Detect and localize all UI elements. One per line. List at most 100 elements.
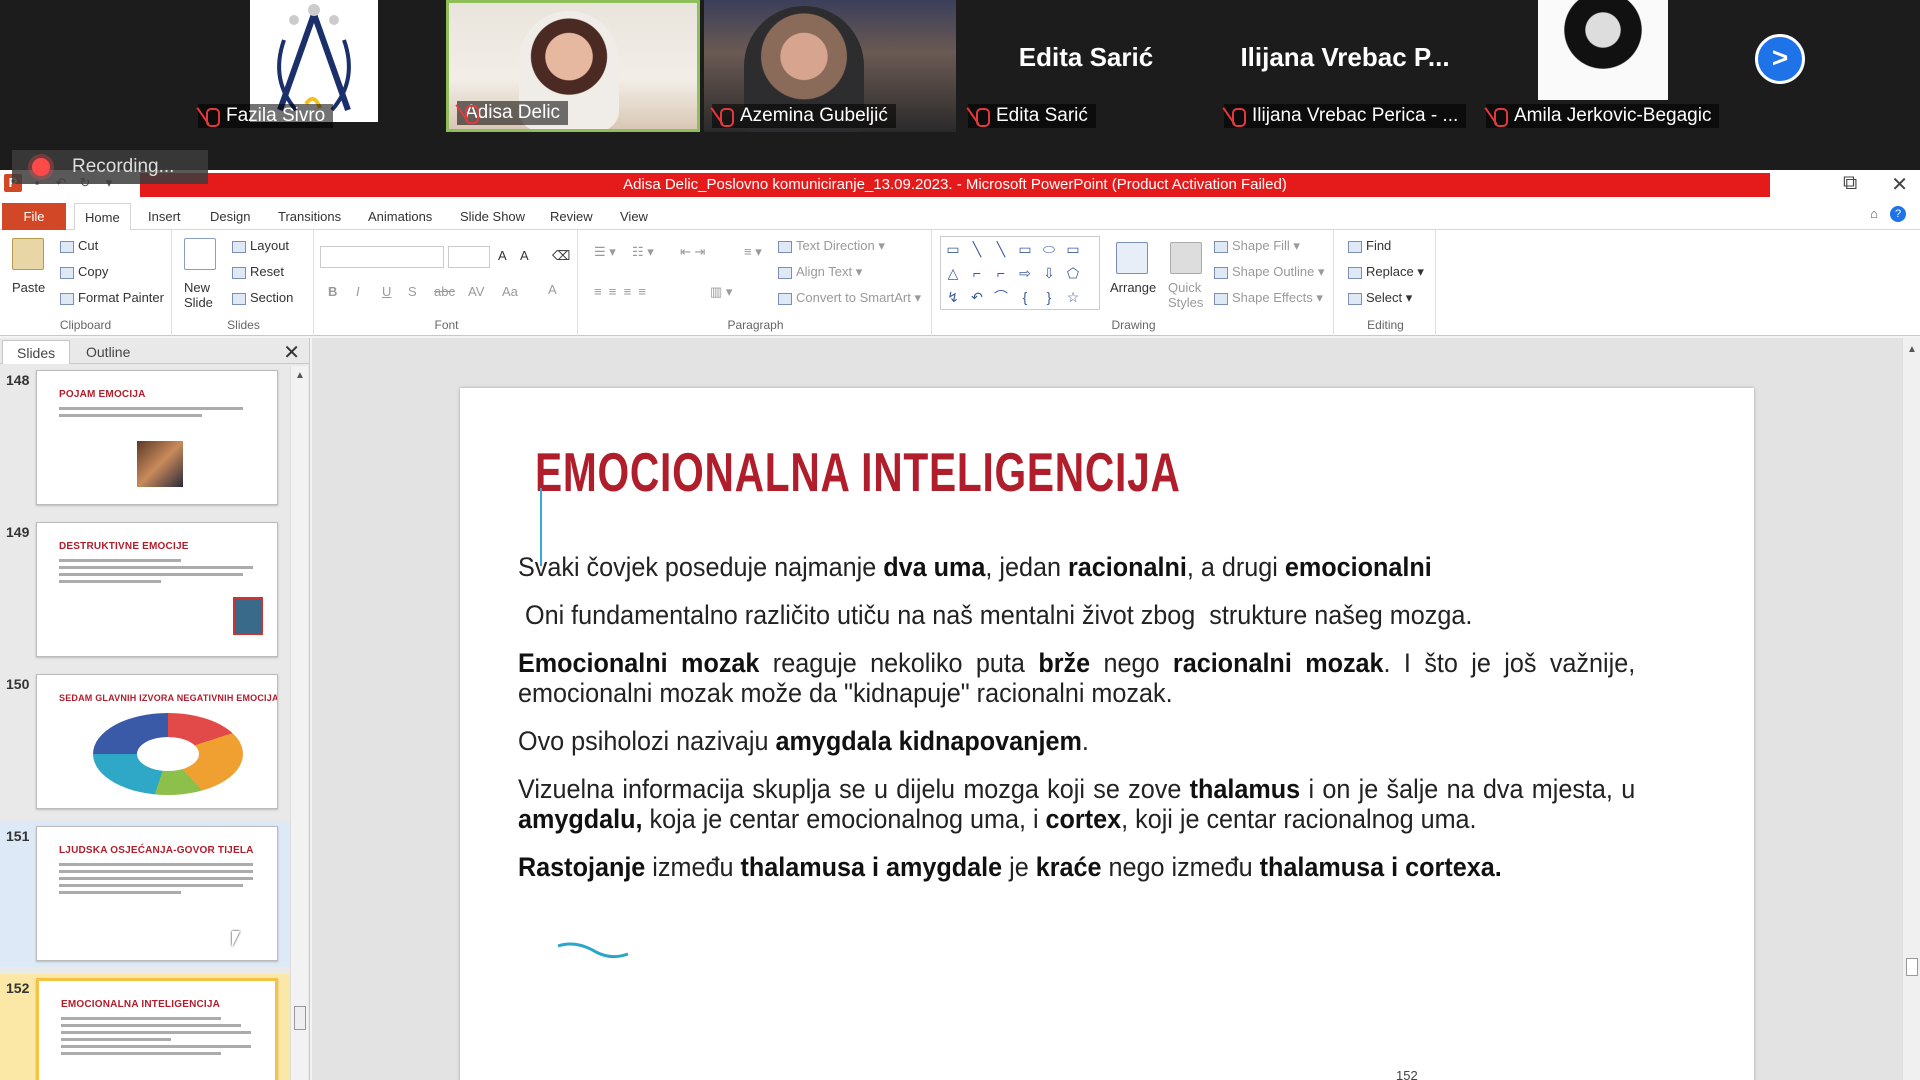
participant-tile-adisa[interactable]: Adisa Delic [446,0,700,132]
next-page-button[interactable]: > [1755,34,1805,84]
shape-option[interactable]: ⬭ [1037,237,1061,261]
format-painter-button[interactable]: Format Painter [60,290,164,305]
scroll-up-icon[interactable]: ▲ [1907,344,1917,355]
shape-option[interactable]: } [1037,285,1061,309]
close-pane-icon[interactable]: ✕ [283,340,300,365]
help-icon[interactable]: ? [1890,206,1906,222]
italic-button[interactable]: I [356,284,360,299]
recording-indicator[interactable]: Recording... [12,150,208,184]
scroll-up-icon[interactable]: ▲ [295,370,305,381]
columns-icon[interactable]: ▥ ▾ [710,284,732,300]
clear-formatting-icon[interactable]: ⌫ [552,248,570,264]
shape-option[interactable]: ⇩ [1037,261,1061,285]
tab-slides[interactable]: Slides [2,340,71,364]
strikethrough-button[interactable]: abc [434,284,455,299]
shape-option[interactable]: ▭ [1013,237,1037,261]
scroll-thumb[interactable] [294,1006,306,1030]
tab-slide-show[interactable]: Slide Show [450,203,535,230]
change-case-button[interactable]: Aa [502,284,518,299]
tab-home[interactable]: Home [74,203,131,230]
tab-view[interactable]: View [610,203,658,230]
arrange-button[interactable]: Arrange [1110,280,1156,295]
character-spacing-button[interactable]: AV [468,284,484,299]
tab-file[interactable]: File [2,203,66,230]
shape-option[interactable]: { [1013,285,1037,309]
slide-thumbnail-151[interactable]: 151 LJUDSKA OSJEĆANJA-GOVOR TIJELA [0,822,290,967]
shape-option[interactable]: ⇨ [1013,261,1037,285]
paste-button[interactable]: Paste [12,280,45,295]
participant-tile-fazila[interactable]: Fazila Sivro [190,0,440,132]
slide-canvas[interactable]: EMOCIONALNA INTELIGENCIJA Svaki čovjek p… [460,388,1754,1080]
shape-fill-button[interactable]: Shape Fill ▾ [1214,238,1300,254]
slide-title[interactable]: EMOCIONALNA INTELIGENCIJA [535,440,1181,504]
shape-option[interactable]: ⌒ [989,285,1013,309]
shape-outline-button[interactable]: Shape Outline ▾ [1214,264,1325,280]
shape-option[interactable]: ▭ [941,237,965,261]
font-family-dropdown[interactable] [320,246,444,268]
participant-tile-edita[interactable]: Edita Sarić Edita Sarić [960,0,1212,132]
arrange-icon[interactable] [1116,242,1148,274]
shape-effects-button[interactable]: Shape Effects ▾ [1214,290,1323,306]
participant-tile-amila[interactable]: Amila Jerkovic-Begagic [1478,0,1734,132]
shape-option[interactable]: △ [941,261,965,285]
shrink-font-icon[interactable]: A [520,248,529,263]
slide-thumbnail-150[interactable]: 150 SEDAM GLAVNIH IZVORA NEGATIVNIH EMOC… [0,670,290,815]
align-icons[interactable]: ≡ ≡ ≡ ≡ [594,284,646,299]
thumbnail-scrollbar[interactable]: ▲ [290,366,308,1080]
tab-transitions[interactable]: Transitions [268,203,351,230]
shapes-gallery[interactable]: ▭ ╲ ╲ ▭ ⬭ ▭ △ ⌐ ⌐ ⇨ ⇩ ⬠ ↯ ↶ ⌒{} ☆ [940,236,1100,310]
shape-option[interactable]: ☆ [1061,285,1085,309]
font-size-dropdown[interactable] [448,246,490,268]
shape-option[interactable]: ↯ [941,285,965,309]
participant-tile-ilijana[interactable]: Ilijana Vrebac P... Ilijana Vrebac Peric… [1216,0,1474,132]
grow-font-icon[interactable]: A [498,248,507,263]
tab-animations[interactable]: Animations [358,203,442,230]
shape-option[interactable]: ╲ [965,237,989,261]
shape-option[interactable]: ⌐ [989,261,1013,285]
shadow-button[interactable]: S [408,284,417,299]
close-button[interactable]: ✕ [1891,172,1908,197]
tab-outline[interactable]: Outline [72,340,144,364]
select-button[interactable]: Select ▾ [1348,290,1412,306]
slide-body[interactable]: Svaki čovjek poseduje najmanje dva uma, … [518,552,1635,900]
cut-button[interactable]: Cut [60,238,98,253]
shape-option[interactable]: ⬠ [1061,261,1085,285]
bold-button[interactable]: B [328,284,337,299]
scroll-thumb[interactable] [1906,958,1918,976]
layout-button[interactable]: Layout [232,238,289,253]
tab-design[interactable]: Design [200,203,260,230]
slide-scrollbar[interactable]: ▲ [1902,338,1920,1080]
bullets-icon[interactable]: ☰ ▾ [594,244,616,260]
convert-smartart-button[interactable]: Convert to SmartArt ▾ [778,290,921,306]
align-text-button[interactable]: Align Text ▾ [778,264,862,280]
slide-thumbnail-152[interactable]: 152 EMOCIONALNA INTELIGENCIJA [0,974,290,1080]
copy-button[interactable]: Copy [60,264,108,279]
new-slide-button[interactable]: New Slide [184,280,224,310]
slide-thumbnail-149[interactable]: 149 DESTRUKTIVNE EMOCIJE [0,518,290,663]
participant-tile-azemina[interactable]: Azemina Gubeljić [704,0,956,132]
text-direction-button[interactable]: Text Direction ▾ [778,238,885,254]
restore-button[interactable]: ⧉ [1843,172,1857,197]
slide-thumbnail-148[interactable]: 148 POJAM EMOCIJA [0,366,290,511]
paste-icon[interactable] [12,238,44,270]
indent-icons[interactable]: ⇤ ⇥ [680,244,705,260]
new-slide-icon[interactable] [184,238,216,270]
line-spacing-icon[interactable]: ≡ ▾ [744,244,762,260]
participant-name: Azemina Gubeljić [712,104,896,128]
section-button[interactable]: Section [232,290,293,305]
tab-insert[interactable]: Insert [138,203,191,230]
shape-option[interactable]: ⌐ [965,261,989,285]
tab-review[interactable]: Review [540,203,603,230]
find-button[interactable]: Find [1348,238,1391,253]
shape-option[interactable]: ↶ [965,285,989,309]
underline-button[interactable]: U [382,284,391,299]
quick-styles-button[interactable]: Quick Styles [1168,280,1208,310]
minimize-ribbon-icon[interactable]: ⌂ [1870,206,1878,222]
shape-option[interactable]: ▭ [1061,237,1085,261]
shape-option[interactable]: ╲ [989,237,1013,261]
numbering-icon[interactable]: ☷ ▾ [632,244,654,260]
quick-styles-icon[interactable] [1170,242,1202,274]
replace-button[interactable]: Replace ▾ [1348,264,1424,280]
reset-button[interactable]: Reset [232,264,284,279]
font-color-button[interactable]: A [548,282,557,297]
